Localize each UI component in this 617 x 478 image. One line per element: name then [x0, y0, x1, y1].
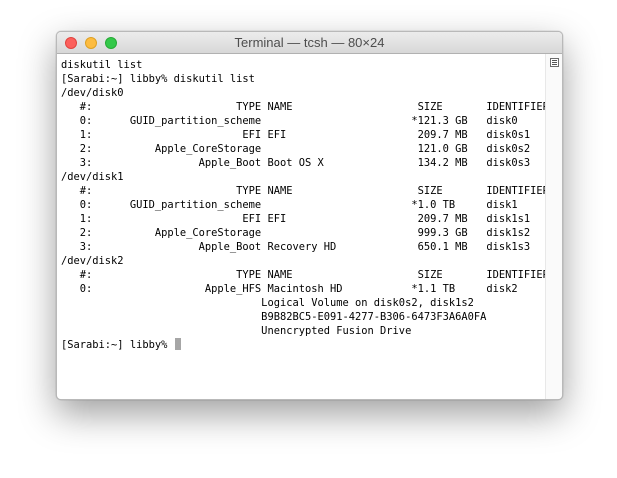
- terminal-line: diskutil list: [61, 59, 143, 71]
- terminal-line: 3: Apple_Boot Boot OS X 134.2 MB disk0s3: [61, 157, 531, 169]
- text-cursor: [174, 338, 181, 350]
- terminal-line: 3: Apple_Boot Recovery HD 650.1 MB disk1…: [61, 241, 531, 253]
- terminal-line: 1: EFI EFI 209.7 MB disk1s1: [61, 213, 531, 225]
- terminal-line: /dev/disk0: [61, 87, 124, 99]
- terminal-line: 0: Apple_HFS Macintosh HD *1.1 TB disk2: [61, 283, 518, 295]
- terminal-line: /dev/disk2: [61, 255, 124, 267]
- terminal-line: B9B82BC5-E091-4277-B306-6473F3A6A0FA: [61, 311, 487, 323]
- terminal-line: Unencrypted Fusion Drive: [61, 325, 412, 337]
- terminal-line: 0: GUID_partition_scheme *1.0 TB disk1: [61, 199, 518, 211]
- prompt-line[interactable]: [Sarabi:~] libby%: [61, 338, 545, 352]
- terminal-line: 2: Apple_CoreStorage 121.0 GB disk0s2: [61, 143, 531, 155]
- window-title: Terminal — tcsh — 80×24: [234, 35, 385, 50]
- title-bar[interactable]: Terminal — tcsh — 80×24: [57, 32, 562, 54]
- terminal-line: Logical Volume on disk0s2, disk1s2: [61, 297, 474, 309]
- terminal-line: 1: EFI EFI 209.7 MB disk0s1: [61, 129, 531, 141]
- terminal-line: 0: GUID_partition_scheme *121.3 GB disk0: [61, 115, 518, 127]
- terminal-line: [Sarabi:~] libby% diskutil list: [61, 73, 255, 85]
- terminal-line: #: TYPE NAME SIZE IDENTIFIER: [61, 101, 545, 113]
- terminal-line: /dev/disk1: [61, 171, 124, 183]
- vertical-scrollbar[interactable]: [545, 54, 562, 399]
- terminal-output[interactable]: diskutil list [Sarabi:~] libby% diskutil…: [57, 54, 545, 399]
- terminal-line: #: TYPE NAME SIZE IDENTIFIER: [61, 185, 545, 197]
- scroll-marker-icon[interactable]: [550, 58, 559, 67]
- terminal-line: 2: Apple_CoreStorage 999.3 GB disk1s2: [61, 227, 531, 239]
- terminal-window: Terminal — tcsh — 80×24 diskutil list [S…: [56, 31, 563, 400]
- shell-prompt: [Sarabi:~] libby%: [61, 339, 174, 351]
- terminal-line: #: TYPE NAME SIZE IDENTIFIER: [61, 269, 545, 281]
